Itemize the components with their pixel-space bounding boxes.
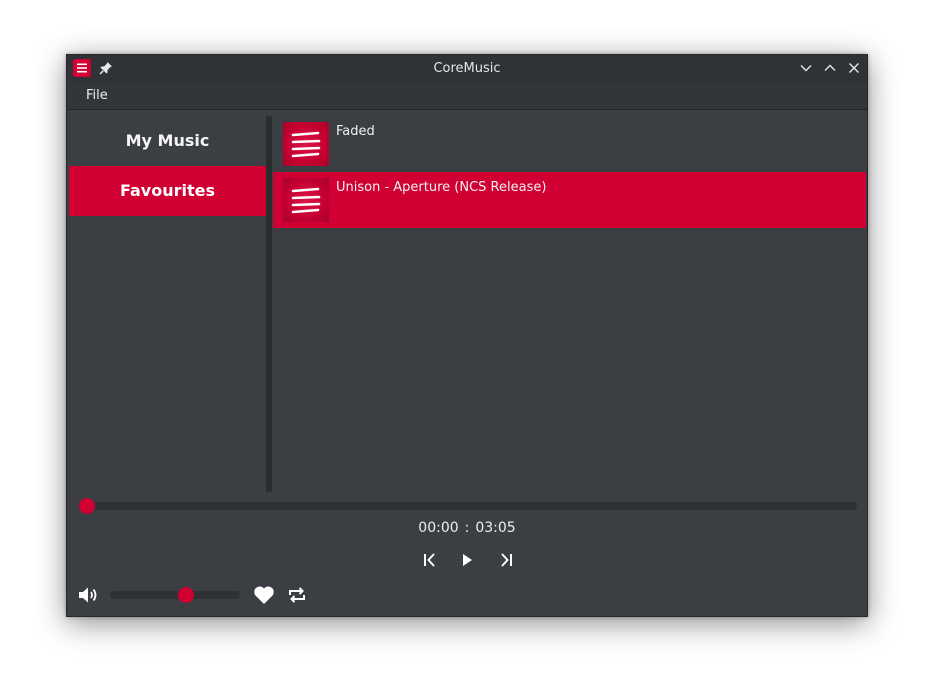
coremusic-window: CoreMusic File My Music Favourites Faded… — [66, 54, 868, 617]
next-button[interactable] — [496, 550, 516, 570]
sidebar-splitter[interactable] — [266, 116, 272, 492]
minimize-button[interactable] — [798, 60, 814, 76]
favourite-button[interactable] — [252, 584, 276, 606]
skip-previous-icon — [424, 553, 435, 567]
close-button[interactable] — [846, 60, 862, 76]
album-cover — [283, 122, 329, 166]
volume-handle[interactable] — [178, 587, 195, 603]
chevron-up-icon — [824, 64, 836, 71]
repeat-icon — [289, 587, 305, 603]
chevron-down-icon — [800, 65, 812, 72]
title-bar[interactable]: CoreMusic — [67, 55, 867, 82]
close-icon — [849, 63, 859, 73]
heart-icon — [254, 586, 274, 604]
volume-button[interactable] — [77, 584, 99, 606]
sidebar: My Music Favourites — [69, 116, 266, 216]
list-item[interactable]: Unison - Aperture (NCS Release) — [273, 172, 866, 228]
song-list: Faded Unison - Aperture (NCS Release) — [273, 116, 866, 228]
app-menu-icon[interactable] — [73, 59, 91, 77]
menu-bar: File — [67, 82, 867, 110]
seek-slider[interactable] — [79, 498, 857, 514]
sidebar-item-favourites[interactable]: Favourites — [69, 166, 266, 216]
skip-next-icon — [501, 553, 512, 567]
menu-file[interactable]: File — [81, 82, 113, 110]
repeat-button[interactable] — [286, 584, 308, 606]
sidebar-item-my-music[interactable]: My Music — [69, 116, 266, 166]
album-cover — [283, 178, 329, 222]
previous-button[interactable] — [420, 550, 440, 570]
total-time: 03:05 — [475, 520, 516, 536]
time-separator: : — [464, 520, 470, 536]
speaker-icon — [79, 587, 97, 603]
maximize-button[interactable] — [822, 60, 838, 76]
current-time: 00:00 — [418, 520, 459, 536]
window-title: CoreMusic — [433, 61, 501, 76]
seek-handle[interactable] — [79, 498, 95, 514]
time-display: 00:00:03:05 — [67, 520, 867, 540]
volume-slider[interactable] — [110, 587, 240, 603]
play-button[interactable] — [457, 550, 477, 570]
song-title: Faded — [336, 124, 375, 139]
list-item[interactable]: Faded — [273, 116, 866, 172]
song-title: Unison - Aperture (NCS Release) — [336, 180, 547, 195]
pin-icon[interactable] — [98, 60, 114, 76]
play-icon — [463, 554, 472, 566]
